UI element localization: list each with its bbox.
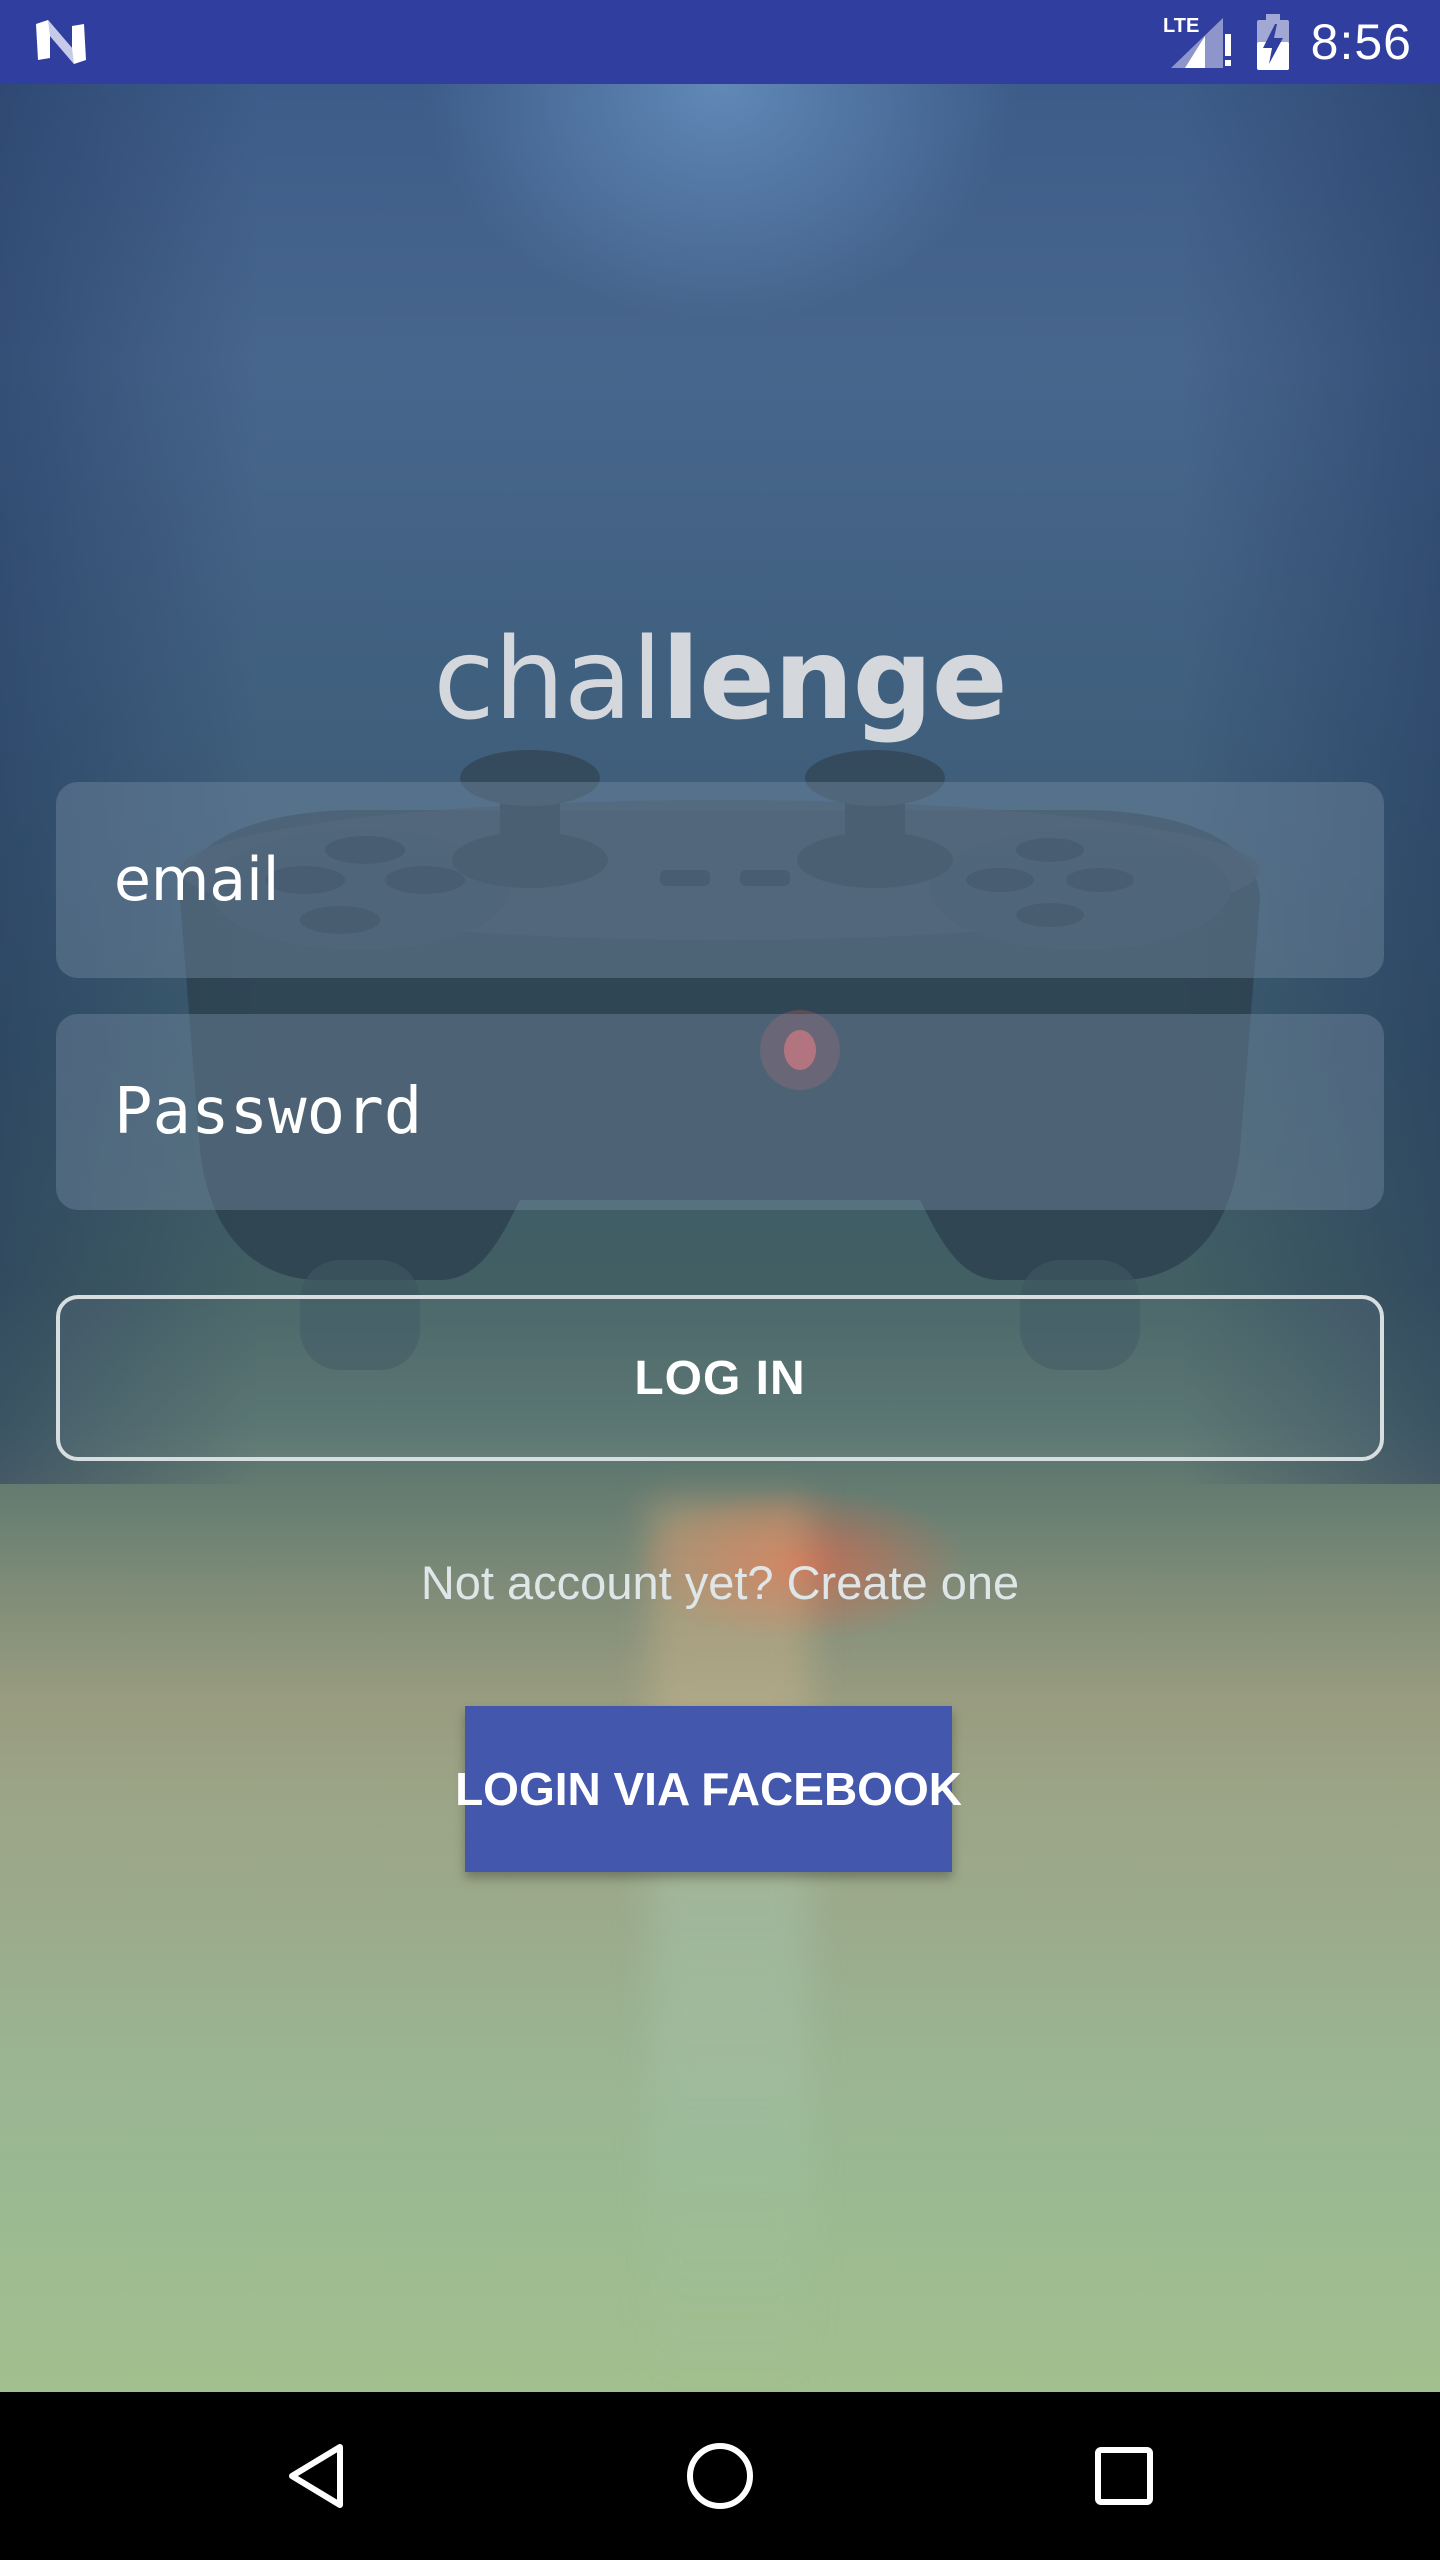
email-field[interactable]: [112, 844, 1384, 916]
status-bar: LTE 8:56: [0, 0, 1440, 84]
login-screen: LTE 8:56 challenge email LOG IN Not acco…: [0, 0, 1440, 2560]
password-field[interactable]: [112, 1074, 1384, 1150]
back-icon: [289, 2444, 343, 2508]
status-right: LTE 8:56: [1163, 0, 1412, 84]
cellular-signal-icon: LTE: [1163, 15, 1231, 68]
create-account-link[interactable]: Not account yet? Create one: [0, 1555, 1440, 1610]
home-icon: [687, 2443, 753, 2509]
facebook-login-button[interactable]: LOGIN VIA FACEBOOK: [455, 1706, 962, 1872]
status-time: 8:56: [1310, 14, 1412, 70]
login-button[interactable]: LOG IN: [56, 1295, 1384, 1461]
logo-bold-part: lenge: [661, 615, 1008, 745]
app-logo: challenge: [0, 615, 1440, 745]
password-field-container: [56, 1014, 1384, 1210]
android-n-icon: [36, 20, 86, 64]
back-button[interactable]: [216, 2392, 416, 2560]
network-type-label: LTE: [1163, 15, 1199, 37]
light-reflection: [650, 1500, 810, 2400]
home-button[interactable]: [620, 2392, 820, 2560]
recents-icon: [1095, 2447, 1153, 2505]
background-glow: [420, 84, 1020, 324]
navigation-bar: [0, 2392, 1440, 2560]
battery-charging-icon: [1256, 14, 1289, 70]
recents-button[interactable]: [1024, 2392, 1224, 2560]
email-field-container: [56, 782, 1384, 978]
logo-light-part: chal: [433, 615, 662, 745]
